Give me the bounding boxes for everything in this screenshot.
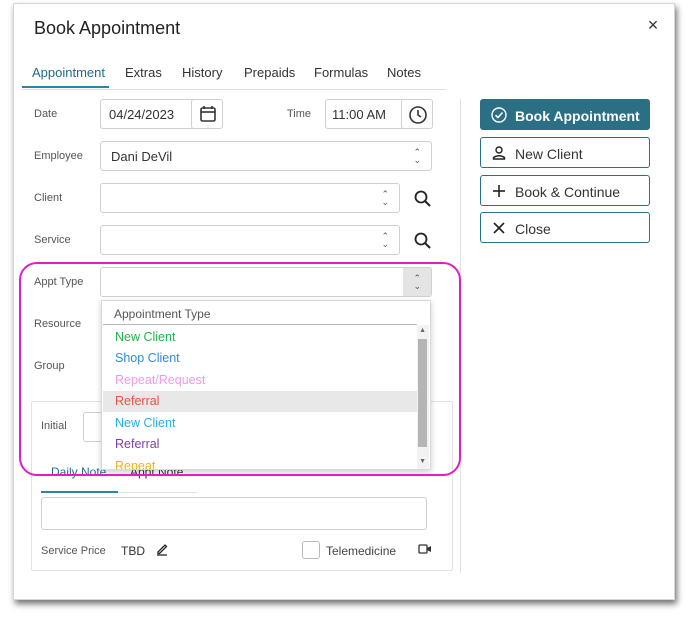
client-search-icon[interactable] xyxy=(411,187,435,211)
time-input[interactable]: 11:00 AM xyxy=(325,99,405,129)
tab-formulas[interactable]: Formulas xyxy=(314,65,368,80)
chevron-updown-icon: ⌃ ⌄ xyxy=(413,147,421,165)
video-icon[interactable] xyxy=(418,543,432,555)
highlight-ring xyxy=(19,262,461,476)
employee-label: Employee xyxy=(34,150,83,162)
service-price-value: TBD xyxy=(121,544,145,558)
time-label: Time xyxy=(287,108,312,120)
service-price-label: Service Price xyxy=(41,545,106,557)
chevron-updown-icon: ⌃ ⌄ xyxy=(381,189,389,207)
employee-select[interactable]: Dani DeVil ⌃ ⌄ xyxy=(100,141,432,171)
chevron-updown-icon: ⌃ ⌄ xyxy=(381,231,389,249)
clock-icon xyxy=(409,106,427,124)
book-appointment-dialog: Book Appointment × Appointment Extras Hi… xyxy=(13,3,675,600)
tab-notes[interactable]: Notes xyxy=(387,65,421,80)
user-icon xyxy=(492,146,506,160)
service-label: Service xyxy=(34,234,71,246)
tab-appointment[interactable]: Appointment xyxy=(32,65,105,80)
book-appointment-button[interactable]: Book Appointment xyxy=(480,99,650,130)
check-circle-icon xyxy=(491,107,507,123)
close-icon xyxy=(493,222,505,234)
plus-icon xyxy=(493,185,505,197)
calendar-icon xyxy=(200,106,216,122)
clock-button[interactable] xyxy=(401,99,433,129)
telemedicine-checkbox[interactable] xyxy=(302,541,320,559)
tab-history[interactable]: History xyxy=(182,65,222,80)
date-label: Date xyxy=(34,108,58,120)
note-tab-indicator xyxy=(41,491,118,493)
dialog-title: Book Appointment xyxy=(34,18,181,38)
date-input[interactable]: 04/24/2023 xyxy=(100,99,196,129)
new-client-button[interactable]: New Client xyxy=(480,137,650,168)
calendar-button[interactable] xyxy=(191,99,223,129)
tab-prepaids[interactable]: Prepaids xyxy=(244,65,295,80)
active-tab-indicator xyxy=(22,86,109,88)
note-textarea[interactable] xyxy=(41,497,427,530)
client-select[interactable]: ⌃ ⌄ xyxy=(100,183,400,213)
close-icon[interactable]: × xyxy=(643,15,663,36)
book-continue-button[interactable]: Book & Continue xyxy=(480,175,650,206)
service-select[interactable]: ⌃ ⌄ xyxy=(100,225,400,255)
service-search-icon[interactable] xyxy=(411,229,435,253)
tab-extras[interactable]: Extras xyxy=(125,65,162,80)
client-label: Client xyxy=(34,192,63,204)
telemedicine-label: Telemedicine xyxy=(326,544,397,558)
edit-pencil-icon[interactable] xyxy=(155,542,169,556)
close-button[interactable]: Close xyxy=(480,212,650,243)
